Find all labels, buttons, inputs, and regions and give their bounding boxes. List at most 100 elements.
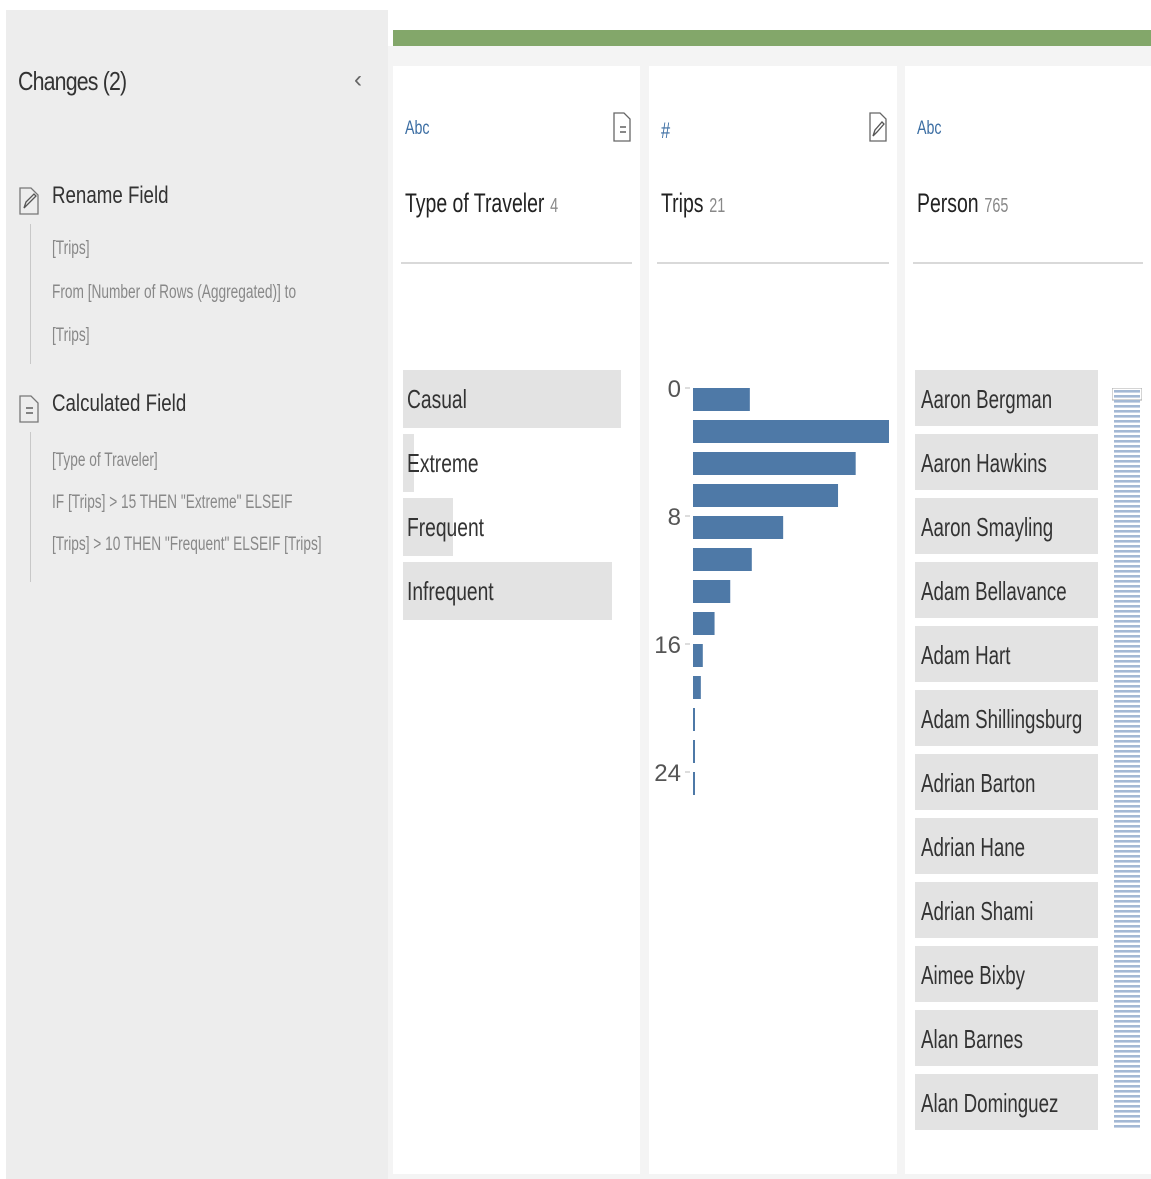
histogram-bar[interactable] (693, 740, 695, 763)
histogram-bar[interactable] (693, 420, 889, 443)
overview-stripe (1114, 440, 1140, 443)
overview-stripe (1114, 775, 1140, 778)
histogram-bar[interactable] (693, 612, 715, 635)
overview-stripe (1114, 415, 1140, 418)
person-row[interactable]: Adrian Shami (915, 882, 1098, 938)
overview-stripe (1114, 990, 1140, 993)
overview-stripe (1114, 1070, 1140, 1073)
person-row[interactable]: Adam Bellavance (915, 562, 1098, 618)
overview-stripe (1114, 1060, 1140, 1063)
overview-stripe (1114, 575, 1140, 578)
histogram-bar[interactable] (693, 708, 695, 731)
person-row[interactable]: Adam Hart (915, 626, 1098, 682)
overview-stripe (1114, 910, 1140, 913)
person-row[interactable]: Alan Barnes (915, 1010, 1098, 1066)
overview-stripe (1114, 665, 1140, 668)
person-label: Aaron Smayling (921, 512, 1054, 542)
overview-stripe (1114, 535, 1140, 538)
change-item-calculated[interactable]: Calculated Field [Type of Traveler] IF [… (18, 390, 378, 590)
overview-stripe (1114, 1005, 1140, 1008)
overview-stripe (1114, 890, 1140, 893)
person-label: Aaron Bergman (921, 384, 1053, 414)
overview-stripe (1114, 475, 1140, 478)
overview-stripe (1114, 1040, 1140, 1043)
overview-stripe (1114, 945, 1140, 948)
histogram-bar[interactable] (693, 580, 731, 603)
overview-stripe (1114, 585, 1140, 588)
overview-stripe (1114, 465, 1140, 468)
histogram-bar[interactable] (693, 484, 839, 507)
category-row-casual[interactable]: Casual (403, 370, 621, 428)
category-row-frequent[interactable]: Frequent (403, 498, 621, 556)
person-label: Alan Barnes (921, 1024, 1023, 1054)
histogram-bar[interactable] (693, 676, 701, 699)
profile-card-trips[interactable]: # Trips 21 0 8 16 24 (649, 66, 897, 1174)
collapse-panel-button[interactable]: ‹ (354, 66, 362, 94)
overview-stripe (1114, 1055, 1140, 1058)
overview-stripe (1114, 445, 1140, 448)
person-row[interactable]: Aaron Bergman (915, 370, 1098, 426)
person-row[interactable]: Aaron Hawkins (915, 434, 1098, 490)
overview-stripe (1114, 685, 1140, 688)
category-row-extreme[interactable]: Extreme (403, 434, 621, 492)
histogram-bar[interactable] (693, 388, 750, 411)
overview-stripe (1114, 515, 1140, 518)
overview-stripe (1114, 660, 1140, 663)
overview-stripe (1114, 520, 1140, 523)
overview-stripe (1114, 985, 1140, 988)
overview-stripe (1114, 610, 1140, 613)
category-label: Extreme (407, 448, 479, 478)
scroll-thumb[interactable] (1112, 388, 1142, 401)
overview-stripe (1114, 485, 1140, 488)
overview-stripe (1114, 565, 1140, 568)
person-row[interactable]: Adrian Barton (915, 754, 1098, 810)
change-detail: [Type of Traveler] (52, 450, 158, 471)
overview-stripe (1114, 830, 1140, 833)
overview-stripe (1114, 1085, 1140, 1088)
histogram-bar[interactable] (693, 452, 856, 475)
profile-card-person[interactable]: Abc Person 765 Aaron Bergman Aaron Hawkin… (905, 66, 1151, 1174)
overview-stripe (1114, 1000, 1140, 1003)
trips-histogram[interactable]: 0 8 16 24 (649, 66, 897, 1166)
person-row[interactable]: Aaron Smayling (915, 498, 1098, 554)
field-name[interactable]: Type of Traveler 4 (405, 188, 558, 219)
overview-stripe (1114, 820, 1140, 823)
profile-card-type-of-traveler[interactable]: Abc Type of Traveler 4 Casual Extreme Fre… (393, 66, 640, 1174)
person-row[interactable]: Adrian Hane (915, 818, 1098, 874)
field-name[interactable]: Person 765 (917, 188, 1008, 219)
overview-stripe (1114, 570, 1140, 573)
overview-stripe (1114, 540, 1140, 543)
overview-stripe (1114, 875, 1140, 878)
histogram-bar[interactable] (693, 516, 784, 539)
overview-stripe (1114, 1080, 1140, 1083)
calculated-field-icon[interactable] (613, 112, 631, 142)
axis-tick-label: 0 (668, 376, 681, 403)
overview-stripe (1114, 870, 1140, 873)
category-row-infrequent[interactable]: Infrequent (403, 562, 621, 620)
overview-stripe (1114, 1105, 1140, 1108)
overview-stripe (1114, 550, 1140, 553)
values-overview-scrollbar[interactable] (1112, 388, 1142, 1128)
person-row[interactable]: Adam Shillingsburg (915, 690, 1098, 746)
overview-stripe (1114, 835, 1140, 838)
histogram-bar[interactable] (693, 772, 695, 795)
person-row[interactable]: Aimee Bixby (915, 946, 1098, 1002)
histogram-bar[interactable] (693, 548, 752, 571)
overview-stripe (1114, 800, 1140, 803)
histogram-bar[interactable] (693, 644, 703, 667)
change-item-rename[interactable]: Rename Field [Trips] From [Number of Row… (18, 182, 378, 364)
overview-stripe (1114, 790, 1140, 793)
calculated-field-icon (19, 395, 39, 423)
overview-stripe (1114, 1045, 1140, 1048)
overview-stripe (1114, 855, 1140, 858)
person-label: Aaron Hawkins (921, 448, 1047, 478)
overview-stripe (1114, 690, 1140, 693)
field-count: 765 (984, 195, 1009, 217)
overview-stripe (1114, 420, 1140, 423)
overview-stripe (1114, 815, 1140, 818)
overview-stripe (1114, 510, 1140, 513)
overview-stripe (1114, 645, 1140, 648)
overview-stripe (1114, 915, 1140, 918)
field-name-label: Type of Traveler (405, 188, 545, 218)
person-row[interactable]: Alan Dominguez (915, 1074, 1098, 1130)
